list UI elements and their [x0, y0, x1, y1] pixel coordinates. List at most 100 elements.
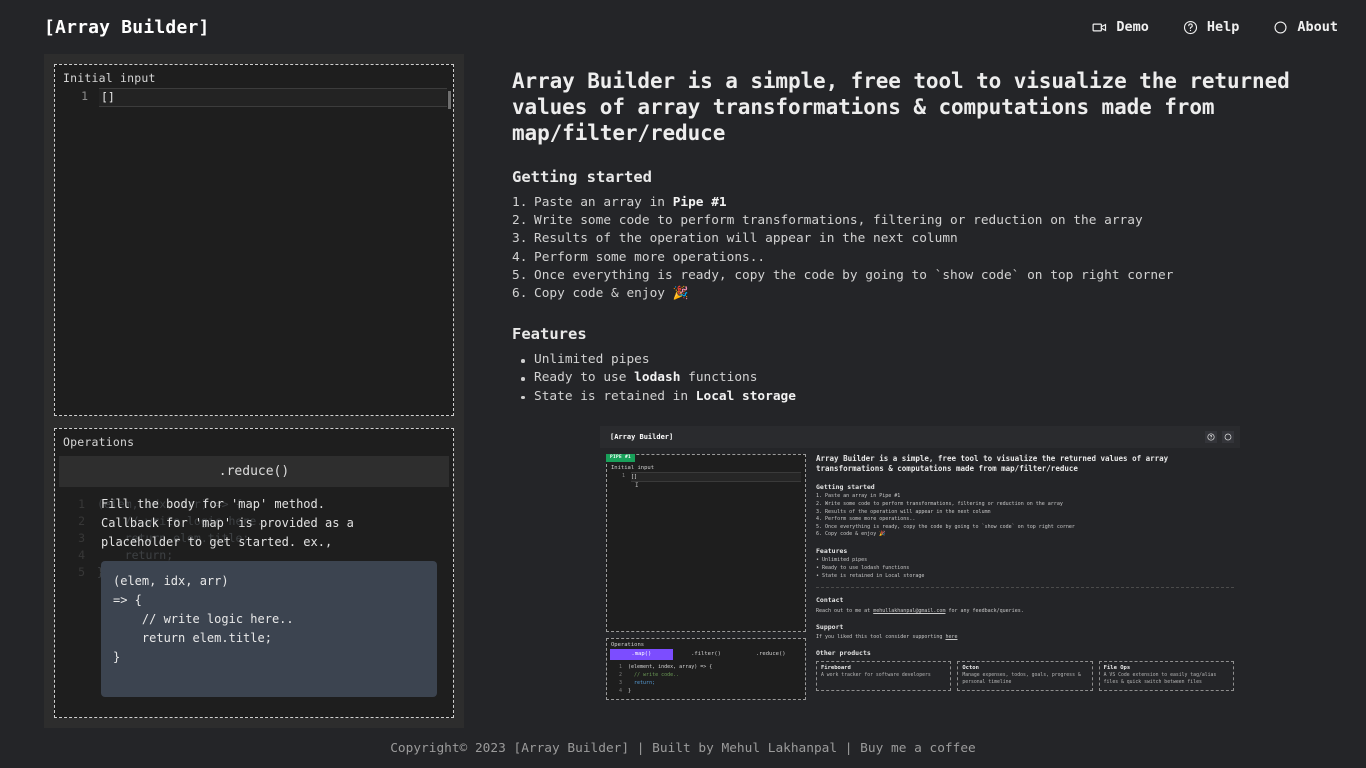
- page-footer: Copyright© 2023 [Array Builder] | Built …: [0, 728, 1366, 768]
- step-number: 2.: [512, 213, 528, 229]
- preview-circle-icon[interactable]: [1222, 430, 1234, 443]
- product-title: File Ops: [1103, 665, 1131, 672]
- step-number: 5.: [512, 267, 528, 283]
- product-description: A work tracker for software developers: [821, 673, 931, 679]
- step-text: Paste an array in Pipe #1: [534, 195, 727, 210]
- preview-operations-editor[interactable]: 1 (element, index, array) => { 2 // writ…: [607, 660, 805, 695]
- initial-input-panel: Initial input 1 []: [54, 64, 454, 416]
- preview-support-text: If you liked this tool consider supporti…: [816, 634, 958, 641]
- preview-nav-icons: [1205, 430, 1234, 443]
- preview-body: PIPE #1 Initial input 1 [] I Operations …: [600, 448, 1240, 706]
- getting-started-list: 1. Paste an array in Pipe #1 2. Write so…: [512, 194, 1326, 303]
- operations-body: 1 (elem, idx, arr) => { 2 // write logic…: [55, 452, 453, 717]
- nav-item-help[interactable]: Help: [1183, 19, 1240, 35]
- tooltip-line-2: Callback for 'map' is provided as a: [101, 516, 354, 530]
- initial-input-editor[interactable]: 1 []: [55, 88, 453, 415]
- preview-contact-text: Reach out to me at mehullakhanpal@gmail.…: [816, 607, 1024, 614]
- divider: [816, 587, 1234, 589]
- nav-item-demo-label: Demo: [1116, 19, 1149, 35]
- line-number: 1: [81, 89, 88, 103]
- preview-code-line: (element, index, array) => {: [628, 663, 713, 670]
- list-item: 4. Perform some more operations..: [512, 249, 1326, 267]
- step-text: Write some code to perform transformatio…: [534, 213, 1143, 229]
- operations-panel: Operations 1 (elem, idx, arr) => { 2 // …: [54, 428, 454, 718]
- step-strong: Pipe #1: [672, 195, 727, 210]
- step-text: Perform some more operations..: [534, 249, 766, 265]
- top-bar: [Array Builder] Demo Help About: [0, 0, 1366, 54]
- preview-tab-map[interactable]: .map(): [610, 648, 673, 660]
- email-link[interactable]: mehullakhanpal@gmail.com: [873, 608, 945, 614]
- page-lede: Array Builder is a simple, free tool to …: [512, 69, 1290, 145]
- preview-products-heading: Other products: [816, 649, 871, 658]
- preview-question-circle-icon[interactable]: [1205, 430, 1217, 443]
- initial-input-value[interactable]: []: [99, 88, 447, 107]
- product-card-file-ops[interactable]: File Ops A VS Code extension to easily t…: [1098, 661, 1234, 692]
- preview-tab-reduce[interactable]: .reduce(): [739, 649, 802, 660]
- ghost-line-number: 4: [78, 548, 85, 562]
- preview-line-number: 1: [621, 472, 625, 479]
- operations-tooltip: Fill the body for 'map' method. Callback…: [101, 496, 437, 697]
- list-item: 3. Results of the operation will appear …: [816, 508, 991, 515]
- preview-code-line: }: [628, 687, 632, 694]
- preview-getting-started-heading: Getting started: [816, 482, 875, 491]
- pipe-column: Initial input 1 [] Operations 1 (elem, i…: [44, 54, 464, 728]
- product-card-fireboard[interactable]: Fireboard A work tracker for software de…: [816, 661, 952, 692]
- preview-line-number: 1: [618, 663, 622, 670]
- list-item: 1. Paste an array in Pipe #1: [512, 194, 1326, 212]
- preview-code-row: 3 return;: [610, 679, 802, 687]
- step-number: 6.: [512, 286, 528, 302]
- step-text: Copy code & enjoy 🎉: [534, 286, 689, 302]
- list-item: 6. Copy code & enjoy 🎉: [512, 285, 1326, 303]
- preview-input-value[interactable]: []: [631, 471, 801, 482]
- main-nav: Demo Help About: [1092, 19, 1338, 35]
- step-text: Once everything is ready, copy the code …: [534, 267, 1174, 283]
- preview-initial-input-label: Initial input: [611, 464, 655, 471]
- preview-code-line: // write code..: [628, 671, 680, 678]
- tab-reduce[interactable]: .reduce(): [59, 456, 449, 487]
- preview-operations-label: Operations: [611, 641, 645, 648]
- text-cursor-icon: I: [635, 481, 639, 489]
- preview-operation-tabs: .map() .filter() .reduce(): [607, 648, 805, 660]
- tooltip-code-sample: (elem, idx, arr) => { // write logic her…: [101, 561, 437, 697]
- preview-code-row: 2 // write code..: [610, 671, 802, 679]
- list-item: • Unlimited pipes: [816, 557, 868, 564]
- product-card-octon[interactable]: Octon Manage expenses, todos, goals, pro…: [957, 661, 1093, 692]
- step-text: Results of the operation will appear in …: [534, 231, 958, 247]
- features-heading: Features: [512, 325, 587, 344]
- preview-contact-heading: Contact: [816, 596, 844, 605]
- product-title: Octon: [962, 665, 979, 672]
- app-preview-screenshot: [Array Builder] PIPE #1 Initial input 1 …: [600, 425, 1240, 728]
- operations-label: Operations: [63, 435, 135, 449]
- support-link[interactable]: here: [945, 634, 957, 640]
- feature-strong: lodash: [634, 370, 681, 386]
- list-item: 5. Once everything is ready, copy the co…: [512, 267, 1326, 285]
- circle-icon: [1273, 20, 1288, 35]
- features-list: Unlimited pipes Ready to use lodash func…: [512, 351, 1326, 406]
- product-description: Manage expenses, todos, goals, progress …: [962, 673, 1081, 685]
- footer-text[interactable]: Copyright© 2023 [Array Builder] | Built …: [390, 741, 976, 756]
- getting-started-heading: Getting started: [512, 168, 652, 186]
- preview-code-row: 1 (element, index, array) => {: [610, 663, 802, 671]
- nav-item-about-label: About: [1297, 19, 1338, 35]
- preview-pipe-badge: PIPE #1: [606, 453, 636, 462]
- preview-line-number: 3: [618, 679, 622, 686]
- list-item: • State is retained in Local storage: [816, 572, 925, 579]
- editor-scrollbar[interactable]: [448, 91, 451, 109]
- page-layout: Initial input 1 [] Operations 1 (elem, i…: [0, 54, 1366, 728]
- nav-item-about[interactable]: About: [1273, 19, 1338, 35]
- initial-input-label: Initial input: [63, 71, 156, 85]
- ghost-line-number: 5: [78, 565, 85, 579]
- ghost-line-number: 2: [78, 514, 85, 528]
- list-item: Ready to use lodash functions: [512, 369, 1326, 387]
- video-camera-icon: [1092, 20, 1107, 35]
- preview-support-heading: Support: [816, 622, 844, 631]
- step-number: 3.: [512, 231, 528, 247]
- nav-item-help-label: Help: [1206, 19, 1240, 35]
- list-item: Unlimited pipes: [512, 351, 1326, 369]
- list-item: 2. Write some code to perform transforma…: [512, 212, 1326, 230]
- nav-item-demo[interactable]: Demo: [1092, 19, 1149, 35]
- product-description: A VS Code extension to easily tag/alias …: [1103, 673, 1217, 685]
- preview-tab-filter[interactable]: .filter(): [675, 649, 738, 660]
- list-item: State is retained in Local storage: [512, 388, 1326, 406]
- preview-app-title: [Array Builder]: [610, 432, 674, 441]
